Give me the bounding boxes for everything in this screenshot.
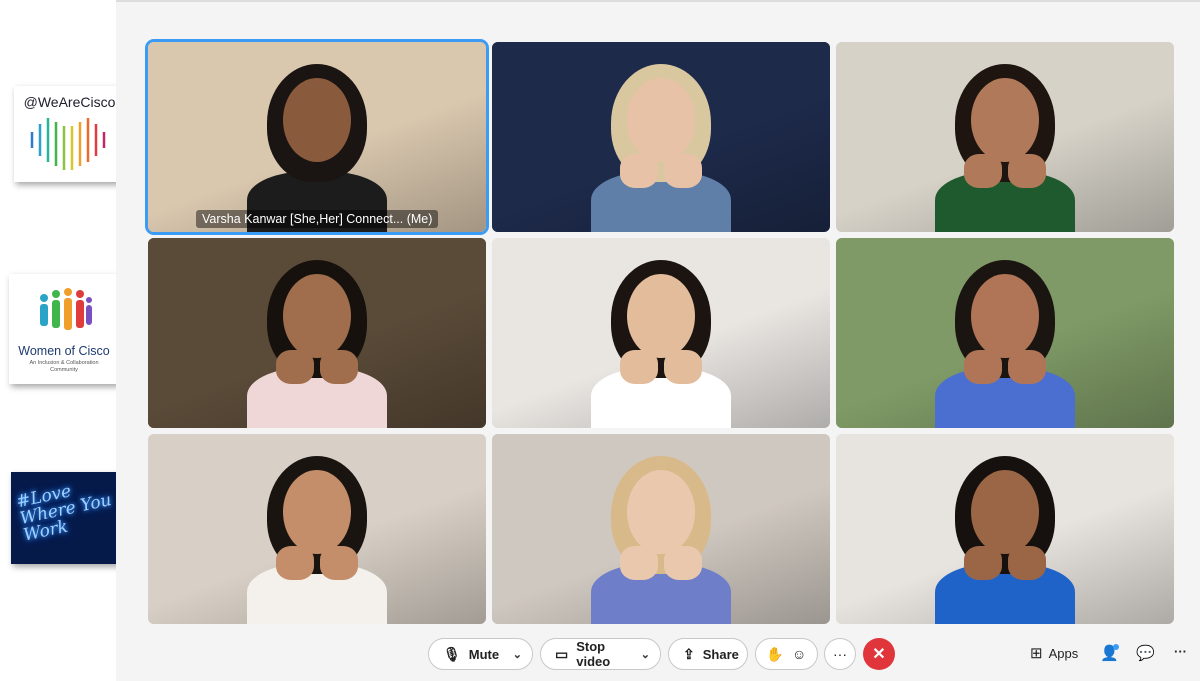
- more-options-button[interactable]: ···: [824, 638, 856, 670]
- chat-button[interactable]: 💬: [1136, 644, 1161, 662]
- participant-figure: [492, 238, 830, 428]
- mute-label: Mute: [468, 646, 500, 662]
- participant-video-tile[interactable]: [148, 434, 486, 624]
- share-button[interactable]: ⇪ Share: [668, 638, 748, 670]
- participant-figure: [836, 238, 1174, 428]
- participant-video-tile[interactable]: [492, 434, 830, 624]
- we-are-cisco-card: @WeAreCisco: [14, 86, 125, 182]
- participant-video-tile[interactable]: [836, 434, 1174, 624]
- meeting-window: Varsha Kanwar [She,Her] Connect... (Me) …: [116, 0, 1200, 681]
- notification-dot: [1113, 644, 1119, 650]
- more-icon: ···: [833, 646, 847, 662]
- chevron-down-icon[interactable]: ⌄: [641, 648, 650, 661]
- stop-video-label: Stop video: [576, 639, 611, 669]
- microphone-icon: 🎙: [443, 645, 461, 662]
- participants-button[interactable]: 👤: [1100, 644, 1125, 662]
- women-of-cisco-subtitle: An Inclusion & Collaboration Community: [29, 360, 99, 373]
- stop-video-button[interactable]: ▭ Stop video ⌄: [540, 638, 661, 670]
- ellipsis-icon: ···: [1174, 644, 1187, 659]
- participant-figure: [148, 434, 486, 624]
- participant-video-tile[interactable]: [148, 238, 486, 428]
- share-icon: ⇪: [683, 645, 695, 662]
- cisco-handle: @WeAreCisco: [23, 94, 116, 110]
- end-call-button[interactable]: ✕: [863, 638, 895, 670]
- participant-figure: [148, 238, 486, 428]
- participant-video-tile[interactable]: [836, 42, 1174, 232]
- participant-name-label: Varsha Kanwar [She,Her] Connect... (Me): [196, 210, 439, 228]
- women-of-cisco-title: Women of Cisco: [18, 344, 110, 358]
- raise-hand-icon[interactable]: ✋: [766, 646, 783, 663]
- participant-video-tile[interactable]: [492, 238, 830, 428]
- emoji-reaction-icon[interactable]: ☺: [792, 646, 806, 662]
- chat-bubble-icon: 💬: [1136, 645, 1155, 662]
- participant-figure: [492, 42, 830, 232]
- participant-video-tile[interactable]: Varsha Kanwar [She,Her] Connect... (Me): [145, 39, 489, 235]
- close-icon: ✕: [872, 646, 886, 663]
- reactions-group: ✋ ☺: [755, 638, 818, 670]
- participant-video-tile[interactable]: [836, 238, 1174, 428]
- video-camera-icon: ▭: [555, 645, 569, 662]
- neon-text: #Love Where You Work: [14, 481, 114, 546]
- participant-figure: [836, 42, 1174, 232]
- women-of-cisco-card: Women of Cisco An Inclusion & Collaborat…: [9, 274, 119, 384]
- apps-grid-icon: ⊞: [1030, 645, 1043, 662]
- apps-label: Apps: [1048, 645, 1079, 661]
- women-of-cisco-logo: [40, 288, 92, 330]
- overflow-menu-button[interactable]: ···: [1174, 644, 1187, 659]
- mute-button[interactable]: 🎙 Mute ⌄: [428, 638, 533, 670]
- participant-figure: [836, 434, 1174, 624]
- meeting-control-bar: 🎙 Mute ⌄ ▭ Stop video ⌄ ⇪ Share ✋ ☺ ··· …: [116, 638, 1200, 674]
- participant-video-tile[interactable]: [492, 42, 830, 232]
- cisco-heart-logo: [30, 118, 106, 170]
- love-where-you-work-sign: #Love Where You Work: [11, 472, 127, 564]
- left-branding-panel: @WeAreCisco Women of Cisco An Inclusion …: [0, 0, 127, 681]
- participant-figure: [148, 42, 486, 232]
- apps-button[interactable]: ⊞ Apps: [1030, 644, 1078, 662]
- share-label: Share: [702, 646, 739, 662]
- participant-figure: [492, 434, 830, 624]
- chevron-down-icon[interactable]: ⌄: [513, 648, 522, 661]
